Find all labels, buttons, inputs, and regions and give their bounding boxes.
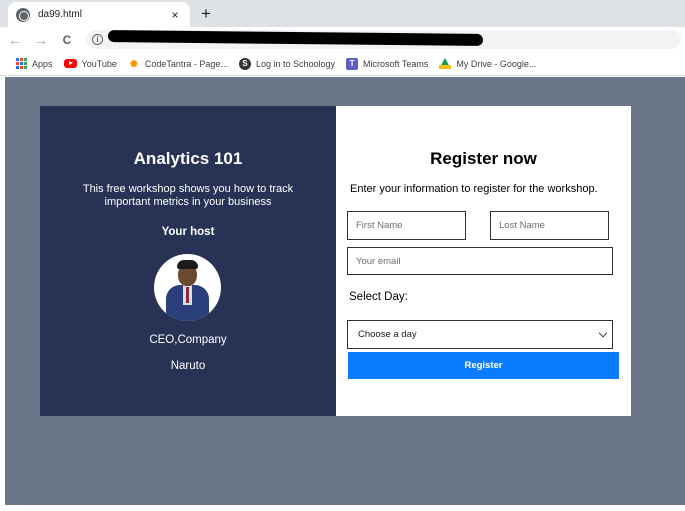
tab-title: da99.html xyxy=(38,9,82,20)
bookmark-label: Log in to Schoology xyxy=(255,58,336,69)
bookmark-label: CodeTantra - Page... xyxy=(144,58,228,69)
new-tab-button[interactable]: + xyxy=(196,4,216,24)
redacted-url xyxy=(107,30,484,46)
bookmark-label: Microsoft Teams xyxy=(363,58,429,69)
back-arrow-icon[interactable]: ← xyxy=(4,29,26,51)
address-bar[interactable]: i xyxy=(86,30,681,49)
codetantra-icon: ✹ xyxy=(128,56,139,71)
select-day-label: Select Day: xyxy=(349,291,408,303)
bookmark-codetantra[interactable]: ✹ CodeTantra - Page... xyxy=(128,58,228,70)
bookmark-label: YouTube xyxy=(81,58,117,69)
tab-strip: da99.html × + xyxy=(0,0,685,27)
registration-form: Register now Enter your information to r… xyxy=(336,106,631,416)
page-viewport: Analytics 101 This free workshop shows y… xyxy=(5,77,685,505)
form-description: Enter your information to register for t… xyxy=(350,183,598,195)
chevron-down-icon xyxy=(598,328,608,338)
host-avatar xyxy=(154,254,221,321)
forward-arrow-icon[interactable]: → xyxy=(30,29,52,51)
register-button[interactable]: Register xyxy=(348,352,619,379)
day-select-value: Choose a day xyxy=(358,329,417,340)
workshop-title: Analytics 101 xyxy=(133,149,243,168)
youtube-icon xyxy=(63,59,77,68)
bookmark-youtube[interactable]: YouTube xyxy=(63,58,117,69)
bookmark-apps[interactable]: Apps xyxy=(16,58,53,69)
teams-icon: T xyxy=(346,57,359,70)
workshop-card: Analytics 101 This free workshop shows y… xyxy=(40,106,631,416)
apps-grid-icon xyxy=(16,58,27,69)
last-name-input[interactable] xyxy=(490,211,609,240)
first-name-input[interactable] xyxy=(347,211,466,240)
globe-icon xyxy=(16,7,30,22)
site-info-icon[interactable]: i xyxy=(92,34,103,45)
reload-icon[interactable]: C xyxy=(56,29,78,51)
day-select[interactable]: Choose a day xyxy=(347,320,613,349)
host-name: Naruto xyxy=(170,360,206,372)
schoology-icon: S xyxy=(238,57,251,70)
google-drive-icon xyxy=(439,58,452,69)
host-panel: Analytics 101 This free workshop shows y… xyxy=(40,106,336,416)
bookmark-google-drive[interactable]: My Drive - Google... xyxy=(439,58,536,69)
bookmark-schoology[interactable]: S Log in to Schoology xyxy=(238,57,336,70)
close-tab-icon[interactable]: × xyxy=(168,8,182,22)
bookmark-label: My Drive - Google... xyxy=(456,58,537,69)
email-input[interactable] xyxy=(347,247,613,275)
host-heading: Your host xyxy=(161,226,215,238)
browser-toolbar: ← → C i xyxy=(0,27,685,52)
form-title: Register now xyxy=(430,149,537,168)
bookmarks-bar: Apps YouTube ✹ CodeTantra - Page... S Lo… xyxy=(0,52,685,76)
host-role: CEO,Company xyxy=(149,334,227,346)
workshop-description: This free workshop shows you how to trac… xyxy=(82,183,294,208)
browser-tab[interactable]: da99.html × xyxy=(8,2,190,27)
bookmark-label: Apps xyxy=(32,58,53,69)
bookmark-teams[interactable]: T Microsoft Teams xyxy=(346,57,429,70)
